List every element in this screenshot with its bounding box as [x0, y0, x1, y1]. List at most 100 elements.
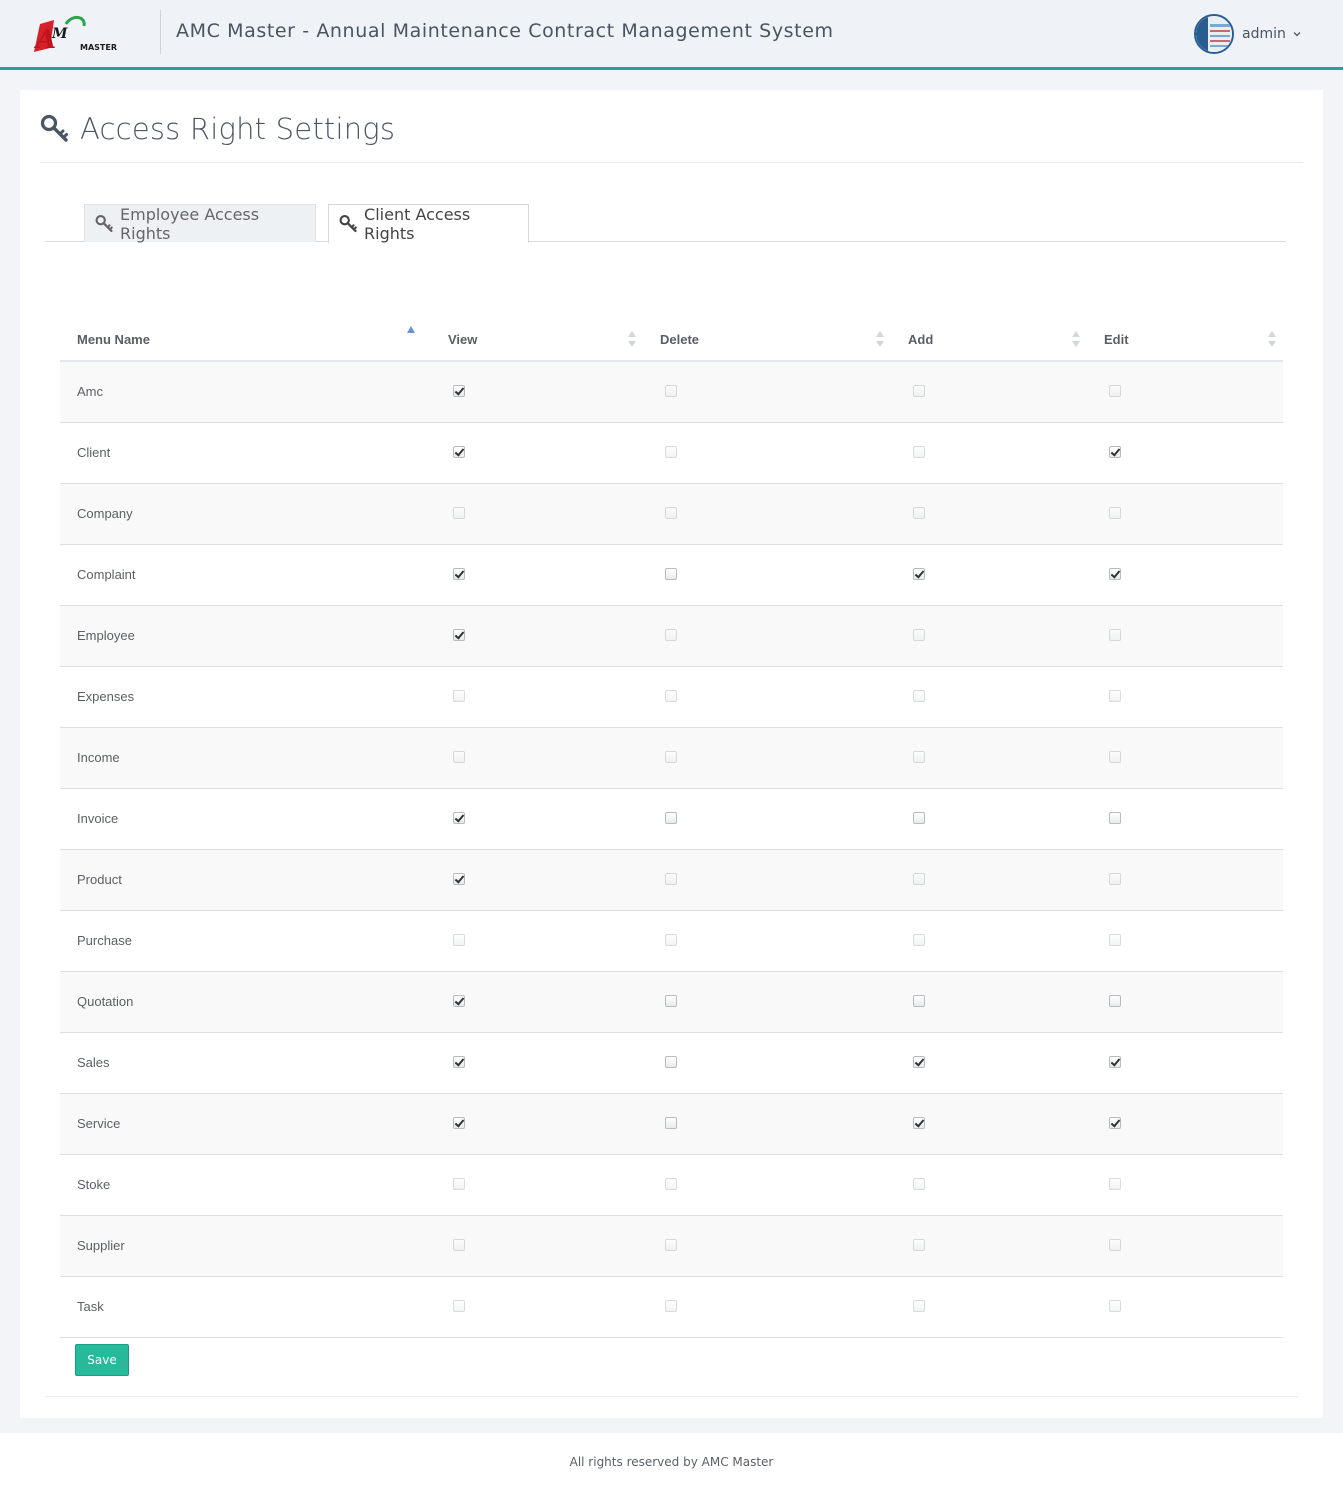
view-checkbox [453, 690, 465, 702]
column-header-edit[interactable]: Edit [1087, 318, 1283, 362]
user-menu[interactable]: admin [1194, 14, 1302, 54]
menu-name-cell: Product [60, 849, 431, 911]
delete-checkbox[interactable] [665, 995, 677, 1007]
edit-cell [1087, 910, 1283, 972]
view-cell [431, 1032, 643, 1094]
sort-icon [1072, 331, 1080, 347]
column-header-label: Delete [660, 331, 700, 347]
view-checkbox[interactable] [453, 385, 465, 398]
add-cell [891, 971, 1087, 1033]
edit-checkbox [1109, 1178, 1121, 1190]
view-checkbox[interactable] [453, 995, 465, 1007]
view-checkbox[interactable] [453, 1056, 465, 1068]
delete-checkbox[interactable] [665, 1056, 677, 1068]
table-row: Client [60, 422, 1283, 484]
add-cell [891, 361, 1087, 423]
add-checkbox [913, 1300, 925, 1312]
add-checkbox[interactable] [913, 1117, 925, 1129]
column-header-add[interactable]: Add [891, 318, 1087, 362]
app-logo[interactable]: A M MASTER [30, 12, 120, 58]
menu-name-cell: Sales [60, 1032, 431, 1094]
view-checkbox[interactable] [453, 812, 465, 824]
tab-employee-access-rights[interactable]: Employee Access Rights [84, 204, 316, 243]
tab-label: Employee Access Rights [120, 204, 260, 243]
menu-name-cell: Stoke [60, 1154, 431, 1216]
view-cell [431, 1276, 643, 1338]
table-row: Stoke [60, 1154, 1283, 1216]
menu-name-cell: Service [60, 1093, 431, 1155]
edit-checkbox[interactable] [1109, 1056, 1121, 1068]
add-checkbox[interactable] [913, 995, 925, 1007]
edit-cell [1087, 849, 1283, 911]
edit-checkbox [1109, 934, 1121, 946]
tab-label: Client Access Rights [364, 205, 471, 243]
sort-ascending-icon [407, 326, 415, 333]
svg-text:MASTER: MASTER [80, 43, 117, 52]
menu-name-cell: Company [60, 483, 431, 545]
add-cell [891, 483, 1087, 545]
column-header-view[interactable]: View [431, 318, 643, 362]
delete-checkbox [665, 751, 677, 763]
view-cell [431, 910, 643, 972]
delete-checkbox[interactable] [665, 1117, 677, 1129]
view-cell [431, 971, 643, 1033]
view-checkbox[interactable] [453, 568, 465, 580]
add-checkbox[interactable] [913, 1056, 925, 1068]
view-checkbox [453, 751, 465, 763]
delete-cell [643, 605, 891, 667]
add-checkbox [913, 629, 925, 641]
tab-client-access-rights[interactable]: Client Access Rights [328, 204, 529, 243]
access-rights-table: Menu Name View Delete Add Edit Amc Clien… [60, 318, 1283, 1338]
menu-name-cell: Expenses [60, 666, 431, 728]
edit-checkbox[interactable] [1109, 446, 1121, 458]
view-cell [431, 666, 643, 728]
delete-cell [643, 788, 891, 850]
delete-checkbox [665, 385, 677, 398]
view-cell [431, 422, 643, 484]
edit-checkbox[interactable] [1109, 995, 1121, 1007]
view-cell [431, 361, 643, 423]
edit-cell [1087, 971, 1283, 1033]
table-row: Employee [60, 605, 1283, 667]
add-cell [891, 849, 1087, 911]
edit-cell [1087, 1093, 1283, 1155]
delete-checkbox [665, 629, 677, 641]
menu-name-cell: Task [60, 1276, 431, 1338]
add-checkbox[interactable] [913, 568, 925, 580]
column-header-menu-name[interactable]: Menu Name [60, 318, 431, 362]
table-row: Product [60, 849, 1283, 911]
add-cell [891, 1215, 1087, 1277]
delete-checkbox[interactable] [665, 568, 677, 580]
view-checkbox[interactable] [453, 873, 465, 885]
delete-cell [643, 1032, 891, 1094]
delete-checkbox [665, 1300, 677, 1312]
edit-checkbox[interactable] [1109, 1117, 1121, 1129]
edit-checkbox [1109, 1239, 1121, 1251]
view-cell [431, 483, 643, 545]
view-checkbox[interactable] [453, 629, 465, 641]
edit-checkbox [1109, 1300, 1121, 1312]
delete-checkbox [665, 1239, 677, 1251]
view-checkbox[interactable] [453, 446, 465, 458]
view-checkbox[interactable] [453, 1117, 465, 1129]
add-cell [891, 1154, 1087, 1216]
delete-cell [643, 971, 891, 1033]
delete-checkbox[interactable] [665, 812, 677, 824]
add-cell [891, 1276, 1087, 1338]
main-panel: Access Right Settings Employee Access Ri… [20, 90, 1323, 1418]
edit-checkbox[interactable] [1109, 568, 1121, 580]
add-checkbox [913, 690, 925, 702]
edit-checkbox [1109, 507, 1121, 519]
edit-checkbox[interactable] [1109, 812, 1121, 824]
menu-name-cell: Employee [60, 605, 431, 667]
add-cell [891, 666, 1087, 728]
edit-checkbox [1109, 873, 1121, 885]
edit-checkbox [1109, 385, 1121, 398]
add-checkbox[interactable] [913, 812, 925, 824]
header-divider [40, 162, 1303, 163]
delete-checkbox [665, 690, 677, 702]
chevron-down-icon [1293, 32, 1301, 37]
column-header-delete[interactable]: Delete [643, 318, 891, 362]
save-button[interactable]: Save [75, 1344, 129, 1376]
table-row: Task [60, 1276, 1283, 1338]
